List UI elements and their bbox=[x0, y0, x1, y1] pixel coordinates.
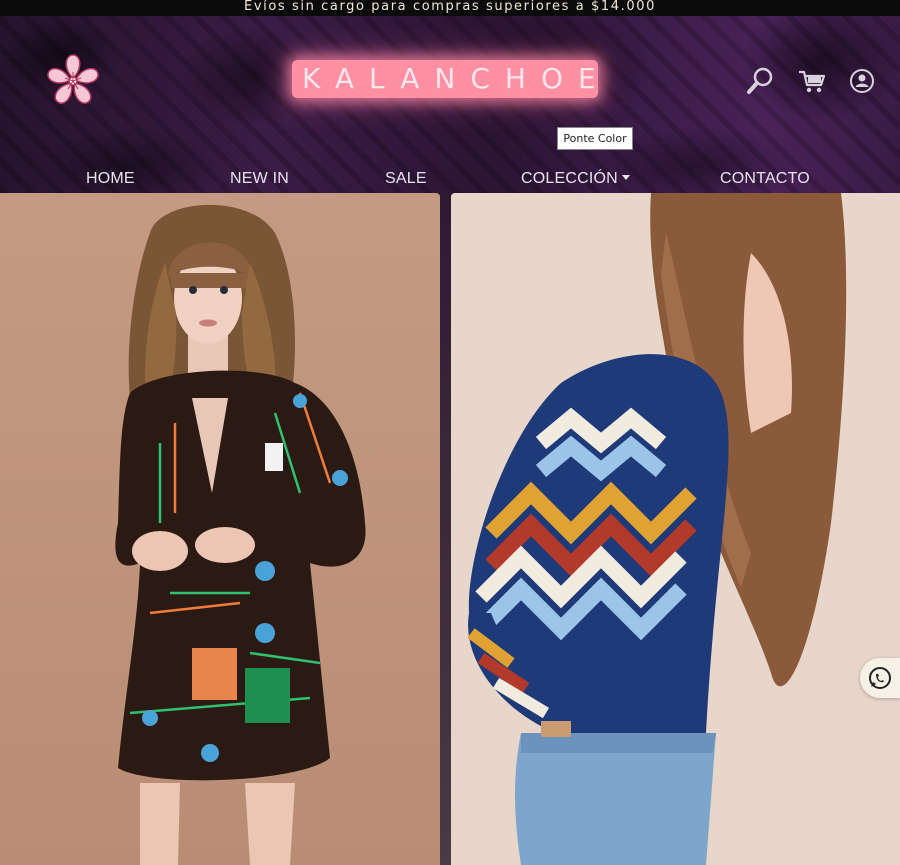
model-dress-illustration bbox=[0, 193, 440, 865]
nav-item-label: NEW IN bbox=[230, 170, 289, 187]
nav-item-label: COLECCIÓN bbox=[521, 170, 618, 187]
sakura-flower-icon[interactable] bbox=[44, 52, 102, 110]
tooltip: Ponte Color bbox=[557, 127, 633, 150]
user-account-icon[interactable] bbox=[847, 66, 877, 96]
whatsapp-button[interactable] bbox=[860, 658, 900, 698]
cart-icon[interactable] bbox=[797, 66, 827, 96]
nav-item-label: CONTACTO bbox=[720, 170, 810, 187]
promo-bar: Evíos sin cargo para compras superiores … bbox=[0, 0, 900, 16]
nav-item-contacto[interactable]: CONTACTO bbox=[720, 170, 810, 188]
nav-item-coleccion[interactable]: COLECCIÓN bbox=[521, 170, 630, 188]
panel-divider bbox=[440, 193, 451, 865]
nav-item-sale[interactable]: SALE bbox=[385, 170, 427, 188]
promo-text: Evíos sin cargo para compras superiores … bbox=[244, 0, 656, 14]
model-sweater-illustration bbox=[451, 193, 900, 865]
nav-item-new-in[interactable]: NEW IN bbox=[230, 170, 289, 188]
hero-image-left[interactable] bbox=[0, 193, 440, 865]
site-header: KALANCHOE Ponte Color HOME NEW IN SALE C… bbox=[0, 16, 900, 193]
nav-item-label: SALE bbox=[385, 170, 427, 187]
tooltip-text: Ponte Color bbox=[563, 132, 627, 145]
hero-image-right[interactable] bbox=[451, 193, 900, 865]
chevron-down-icon bbox=[621, 175, 630, 180]
whatsapp-icon bbox=[869, 667, 891, 689]
nav-item-home[interactable]: HOME bbox=[86, 170, 135, 188]
brand-logo[interactable]: KALANCHOE bbox=[292, 60, 598, 98]
brand-name: KALANCHOE bbox=[302, 62, 611, 95]
nav-item-label: HOME bbox=[86, 170, 135, 187]
search-icon[interactable] bbox=[745, 66, 775, 96]
